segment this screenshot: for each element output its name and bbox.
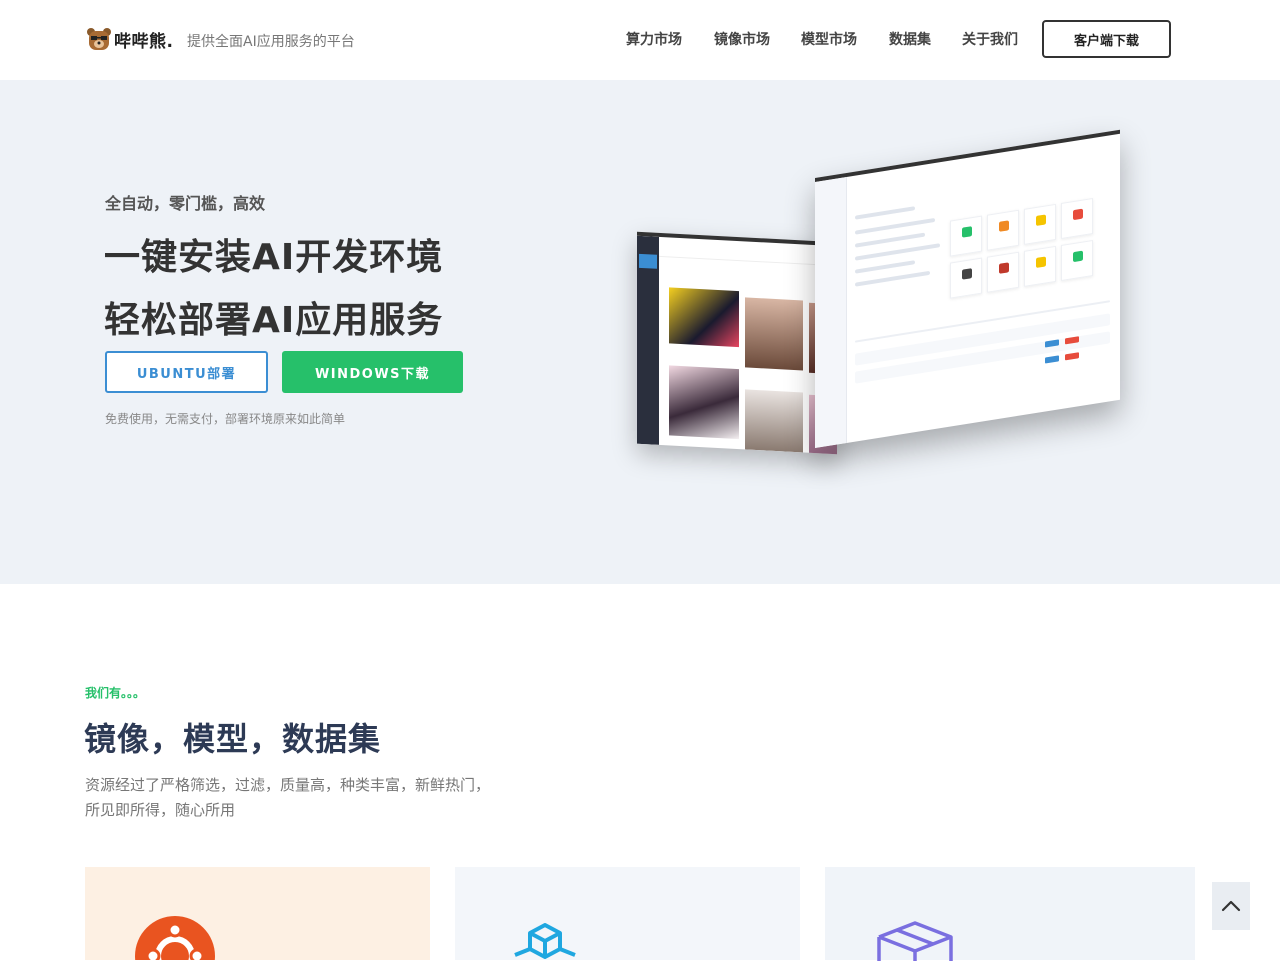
site-slogan: 提供全面AI应用服务的平台 xyxy=(187,34,355,50)
hero-note: 免费使用，无需支付，部署环境原来如此简单 xyxy=(105,412,346,426)
site-header: 哔哔熊. 提供全面AI应用服务的平台 算力市场 镜像市场 模型市场 数据集 关于… xyxy=(0,0,1280,80)
app-screenshot-console xyxy=(815,129,1120,448)
section-title: 镜像，模型，数据集 xyxy=(84,720,382,758)
resource-card-datasets[interactable] xyxy=(825,867,1195,961)
back-to-top-button[interactable] xyxy=(1212,882,1250,930)
mock-thumbnail xyxy=(669,365,739,440)
mock-thumbnail xyxy=(745,389,803,453)
hero-title-line2: 轻松部署AI应用服务 xyxy=(104,300,444,341)
mock-sidebar xyxy=(637,235,659,445)
mock-thumbnail xyxy=(745,297,803,371)
box-icon xyxy=(877,921,953,961)
windows-download-button[interactable]: WINDOWS下载 xyxy=(282,351,463,393)
resource-card-models[interactable] xyxy=(455,867,800,960)
resource-card-images[interactable] xyxy=(85,867,430,960)
nav-compute-market[interactable]: 算力市场 xyxy=(626,29,682,49)
logo[interactable]: 哔哔熊. xyxy=(86,26,173,52)
nav-model-market[interactable]: 模型市场 xyxy=(801,29,857,49)
section-description-line2: 所见即所得，随心所用 xyxy=(85,801,236,819)
ubuntu-icon xyxy=(135,916,215,960)
mock-topbar xyxy=(659,242,837,267)
nav-about-us[interactable]: 关于我们 xyxy=(962,29,1018,49)
nav-datasets[interactable]: 数据集 xyxy=(889,29,931,49)
mock-thumbnail xyxy=(669,287,739,348)
ubuntu-deploy-button[interactable]: UBUNTU部署 xyxy=(105,351,268,393)
chevron-up-icon xyxy=(1221,900,1241,912)
nav-image-market[interactable]: 镜像市场 xyxy=(714,29,770,49)
section-tag: 我们有。。。 xyxy=(85,686,146,700)
section-description-line1: 资源经过了严格筛选，过滤，质量高，种类丰富，新鲜热门， xyxy=(85,776,491,794)
cube-icon xyxy=(514,923,576,959)
hero-title-line1: 一键安装AI开发环境 xyxy=(104,237,444,278)
mock-sidebar xyxy=(815,176,847,448)
bear-logo-icon xyxy=(87,28,111,50)
client-download-button[interactable]: 客户端下载 xyxy=(1042,20,1171,58)
hero-tagline: 全自动，零门槛，高效 xyxy=(105,194,266,213)
logo-text: 哔哔熊. xyxy=(114,31,174,52)
app-screenshot-gallery xyxy=(637,231,837,455)
